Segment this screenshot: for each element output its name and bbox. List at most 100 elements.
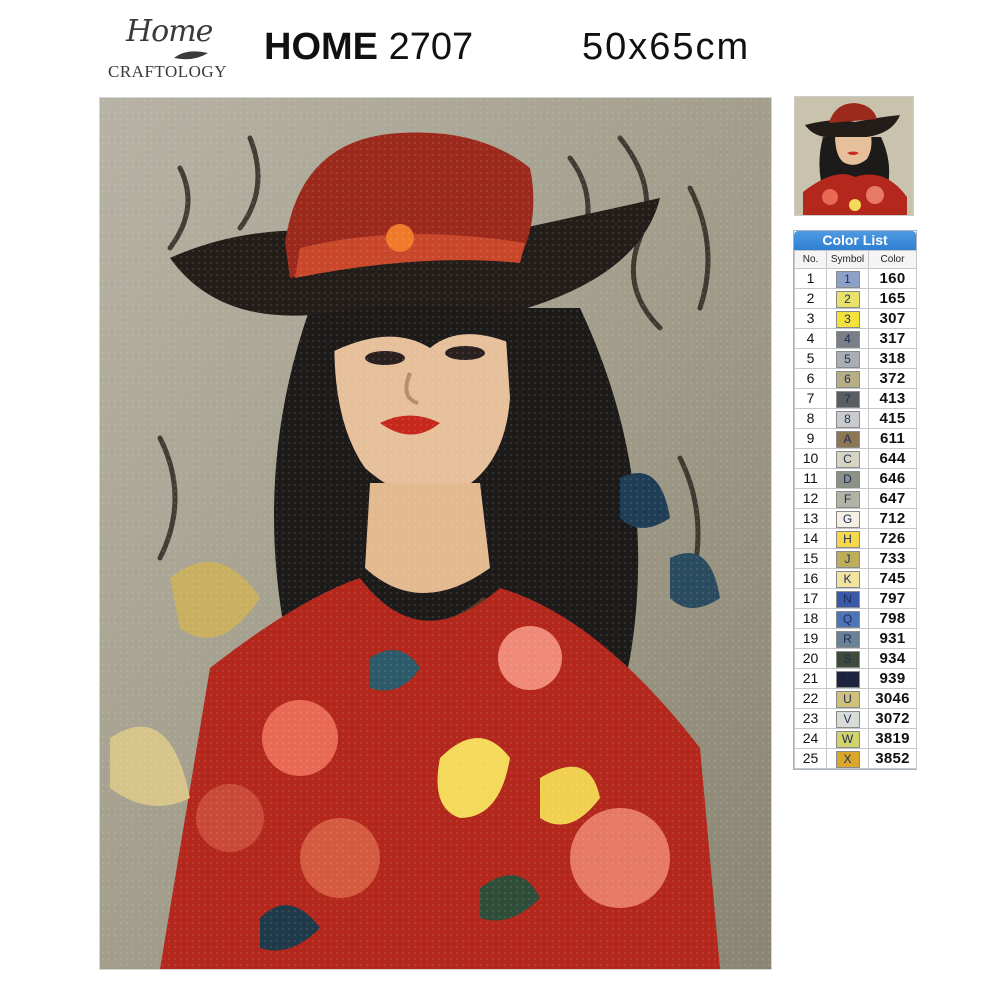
header-symbol: Symbol xyxy=(826,250,869,269)
symbol-swatch: 3 xyxy=(835,310,860,328)
row-color-code: 3072 xyxy=(868,708,917,729)
artwork-illustration xyxy=(100,98,771,969)
row-number: 17 xyxy=(794,588,827,609)
row-color-code: 745 xyxy=(868,568,917,589)
row-number: 1 xyxy=(794,268,827,289)
table-row: 17 N 797 xyxy=(794,588,917,609)
color-list-table: No. Symbol Color 1 1 160 2 2 165 3 3 307 4 4 317 5 5 3… xyxy=(794,250,917,769)
row-number: 24 xyxy=(794,728,827,749)
symbol-swatch: F xyxy=(835,490,860,508)
row-number: 16 xyxy=(794,568,827,589)
row-symbol-cell: 6 xyxy=(826,368,869,389)
row-number: 13 xyxy=(794,508,827,529)
symbol-swatch: G xyxy=(835,510,860,528)
table-row: 13 G 712 xyxy=(794,508,917,529)
row-color-code: 733 xyxy=(868,548,917,569)
symbol-swatch: 1 xyxy=(835,270,860,288)
row-number: 8 xyxy=(794,408,827,429)
table-row: 16 K 745 xyxy=(794,568,917,589)
row-color-code: 611 xyxy=(868,428,917,449)
product-code: HOME 2707 xyxy=(264,26,473,69)
logo-subtitle: CRAFTOLOGY xyxy=(108,62,227,81)
row-symbol-cell: K xyxy=(826,568,869,589)
row-color-code: 3852 xyxy=(868,748,917,769)
row-color-code: 317 xyxy=(868,328,917,349)
row-symbol-cell: N xyxy=(826,588,869,609)
row-color-code: 939 xyxy=(868,668,917,689)
row-symbol-cell: X xyxy=(826,748,869,769)
row-symbol-cell: T xyxy=(826,668,869,689)
symbol-swatch: N xyxy=(835,590,860,608)
row-number: 5 xyxy=(794,348,827,369)
table-row: 3 3 307 xyxy=(794,308,917,329)
row-number: 9 xyxy=(794,428,827,449)
row-number: 11 xyxy=(794,468,827,489)
row-color-code: 797 xyxy=(868,588,917,609)
symbol-swatch: 7 xyxy=(835,390,860,408)
symbol-swatch: Q xyxy=(835,610,860,628)
row-symbol-cell: W xyxy=(826,728,869,749)
row-color-code: 644 xyxy=(868,448,917,469)
row-symbol-cell: 3 xyxy=(826,308,869,329)
table-row: 12 F 647 xyxy=(794,488,917,509)
table-row: 20 S 934 xyxy=(794,648,917,669)
row-color-code: 712 xyxy=(868,508,917,529)
symbol-swatch: D xyxy=(835,470,860,488)
header-no: No. xyxy=(794,250,827,269)
row-symbol-cell: 5 xyxy=(826,348,869,369)
row-color-code: 318 xyxy=(868,348,917,369)
table-row: 22 U 3046 xyxy=(794,688,917,709)
symbol-swatch: 4 xyxy=(835,330,860,348)
table-row: 9 A 611 xyxy=(794,428,917,449)
row-symbol-cell: 2 xyxy=(826,288,869,309)
row-number: 25 xyxy=(794,748,827,769)
row-symbol-cell: V xyxy=(826,708,869,729)
table-row: 11 D 646 xyxy=(794,468,917,489)
table-row: 24 W 3819 xyxy=(794,728,917,749)
row-symbol-cell: A xyxy=(826,428,869,449)
row-symbol-cell: U xyxy=(826,688,869,709)
table-row: 4 4 317 xyxy=(794,328,917,349)
symbol-swatch: V xyxy=(835,710,860,728)
symbol-swatch: K xyxy=(835,570,860,588)
row-color-code: 307 xyxy=(868,308,917,329)
color-list-panel: Color List No. Symbol Color 1 1 160 2 2 165 3 3… xyxy=(793,230,917,770)
row-number: 10 xyxy=(794,448,827,469)
row-color-code: 647 xyxy=(868,488,917,509)
row-number: 15 xyxy=(794,548,827,569)
row-number: 18 xyxy=(794,608,827,629)
row-symbol-cell: R xyxy=(826,628,869,649)
row-number: 14 xyxy=(794,528,827,549)
symbol-swatch: H xyxy=(835,530,860,548)
artwork-preview xyxy=(99,97,772,970)
symbol-swatch: W xyxy=(835,730,860,748)
table-row: 8 8 415 xyxy=(794,408,917,429)
row-symbol-cell: H xyxy=(826,528,869,549)
row-number: 22 xyxy=(794,688,827,709)
symbol-swatch: R xyxy=(835,630,860,648)
row-number: 3 xyxy=(794,308,827,329)
symbol-swatch: X xyxy=(835,750,860,768)
row-number: 7 xyxy=(794,388,827,409)
symbol-swatch: A xyxy=(835,430,860,448)
row-number: 6 xyxy=(794,368,827,389)
product-code-number: 2707 xyxy=(388,26,474,68)
row-color-code: 646 xyxy=(868,468,917,489)
table-row: 23 V 3072 xyxy=(794,708,917,729)
row-color-code: 160 xyxy=(868,268,917,289)
brand-logo: Home CRAFTOLOGY xyxy=(108,14,232,82)
table-row: 7 7 413 xyxy=(794,388,917,409)
row-color-code: 413 xyxy=(868,388,917,409)
symbol-swatch: 6 xyxy=(835,370,860,388)
color-list-header-row: No. Symbol Color xyxy=(794,250,917,269)
logo-script-text: Home xyxy=(126,14,213,49)
row-symbol-cell: C xyxy=(826,448,869,469)
row-symbol-cell: Q xyxy=(826,608,869,629)
row-symbol-cell: G xyxy=(826,508,869,529)
row-color-code: 934 xyxy=(868,648,917,669)
table-row: 21 T 939 xyxy=(794,668,917,689)
row-color-code: 415 xyxy=(868,408,917,429)
symbol-swatch: C xyxy=(835,450,860,468)
row-number: 19 xyxy=(794,628,827,649)
row-symbol-cell: 1 xyxy=(826,268,869,289)
